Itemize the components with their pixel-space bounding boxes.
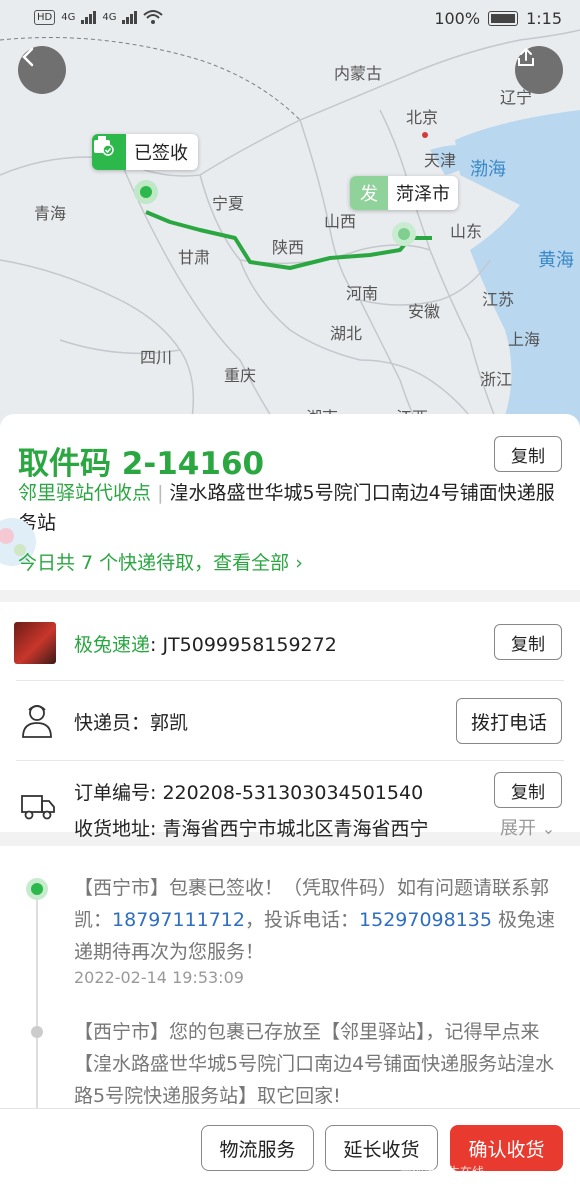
origin-tag-prefix: 发 xyxy=(350,176,388,210)
timeline-text: ，投诉电话： xyxy=(245,909,360,931)
map-label: 上海 xyxy=(508,330,541,349)
timeline-dot xyxy=(31,1026,43,1038)
signal-icon xyxy=(81,10,97,24)
map-label: 内蒙古 xyxy=(334,64,383,83)
map-label: 四川 xyxy=(140,348,173,367)
share-icon xyxy=(518,47,534,66)
station-separator: | xyxy=(157,482,164,504)
order-number: 订单编号: 220208-531303034501540 xyxy=(74,782,424,804)
courier-company: 极兔速递 xyxy=(74,634,151,656)
map-label: 天津 xyxy=(424,151,457,170)
timeline-line xyxy=(36,886,38,1108)
timeline-entry-stored: 【西宁市】您的包裹已存放至【邻里驿站】，记得早点来【湟水路盛世华城5号院门口南边… xyxy=(74,1021,555,1107)
map-label: 北京 xyxy=(406,108,439,127)
delivery-address: 收货地址: 青海省西宁市城北区青海省西宁 xyxy=(74,818,429,840)
pending-parcels-text: 今日共 7 个快递待取，查看全部 xyxy=(18,552,290,574)
chevron-right-icon: › xyxy=(295,552,303,574)
courier-company-logo xyxy=(14,622,56,664)
map-label: 河南 xyxy=(346,284,379,303)
copy-tracking-button[interactable]: 复制 xyxy=(494,624,562,660)
courier-person-icon xyxy=(22,705,52,738)
map-label: 黄海 xyxy=(538,250,574,271)
tracking-timeline: 【西宁市】包裹已签收！（凭取件码）如有问题请联系郭凯：18797111712，投… xyxy=(0,846,580,1108)
package-check-icon xyxy=(92,134,126,170)
route-map[interactable]: 内蒙古 北京 辽宁 天津 渤海 青海 宁夏 山西 山东 黄海 甘肃 陕西 河南 … xyxy=(0,0,580,430)
signal-icon xyxy=(122,10,138,24)
origin-marker[interactable] xyxy=(392,222,416,246)
divider xyxy=(16,760,564,761)
chevron-down-icon: ⌄ xyxy=(541,819,556,838)
courier-card: 极兔速递: JT5099958159272 复制 快递员：郭凯 拨打电话 订单编… xyxy=(0,602,580,840)
timeline-dot-current xyxy=(26,878,48,900)
map-label: 重庆 xyxy=(224,366,257,385)
status-bar: HD 4G 4G 100% 1:15 xyxy=(0,0,580,36)
hd-icon: HD xyxy=(34,9,56,25)
truck-icon xyxy=(21,795,55,820)
copy-order-button[interactable]: 复制 xyxy=(494,772,562,808)
origin-city: 菏泽市 xyxy=(396,184,450,205)
courier-phone-link[interactable]: 18797111712 xyxy=(112,909,245,931)
pending-parcels-link[interactable]: 今日共 7 个快递待取，查看全部 › xyxy=(18,548,303,575)
map-label: 山西 xyxy=(324,212,357,231)
status-left: HD 4G 4G xyxy=(34,9,164,25)
destination-marker[interactable] xyxy=(134,180,158,204)
logistics-service-button[interactable]: 物流服务 xyxy=(201,1125,314,1171)
origin-tag: 发 菏泽市 xyxy=(350,176,458,210)
back-button[interactable] xyxy=(18,46,66,94)
signed-tag-label: 已签收 xyxy=(134,143,188,164)
timeline-entry-signed: 【西宁市】包裹已签收！（凭取件码）如有问题请联系郭凯：18797111712，投… xyxy=(74,872,570,968)
clock: 1:15 xyxy=(526,9,562,28)
station-name[interactable]: 邻里驿站代收点 xyxy=(18,482,151,504)
courier-name: 快递员：郭凯 xyxy=(74,712,189,734)
tracking-row: 极兔速递: JT5099958159272 xyxy=(74,630,337,657)
battery-percent: 100% xyxy=(434,9,481,28)
map-label: 江苏 xyxy=(482,290,515,309)
call-courier-button[interactable]: 拨打电话 xyxy=(456,698,562,744)
map-label: 陕西 xyxy=(272,238,305,257)
share-button[interactable] xyxy=(515,46,563,94)
bottom-action-bar: 物流服务 延长收货 确认收货 青海大学生在线 xyxy=(0,1108,580,1184)
network-type: 4G xyxy=(61,11,76,23)
wifi-icon xyxy=(143,10,164,24)
network-type: 4G xyxy=(102,11,117,23)
map-label: 山东 xyxy=(450,222,483,241)
signed-tag: 已签收 xyxy=(92,134,198,170)
map-label: 浙江 xyxy=(480,370,513,389)
map-label: 青海 xyxy=(34,204,67,223)
map-label: 湖北 xyxy=(330,324,363,343)
complaint-phone-link[interactable]: 15297098135 xyxy=(359,909,492,931)
expand-address-button[interactable]: 展开 ⌄ xyxy=(500,814,555,840)
expand-label: 展开 xyxy=(500,818,536,839)
timeline-time: 2022-02-14 19:53:09 xyxy=(74,968,244,987)
pickup-card: 取件码 2-14160 复制 邻里驿站代收点 | 湟水路盛世华城5号院门口南边4… xyxy=(0,414,580,590)
copy-pickup-code-button[interactable]: 复制 xyxy=(494,436,562,472)
map-label: 甘肃 xyxy=(178,248,211,267)
map-label: 渤海 xyxy=(470,159,506,180)
map-label: 宁夏 xyxy=(212,194,245,213)
map-label: 安徽 xyxy=(408,302,441,321)
station-info: 邻里驿站代收点 | 湟水路盛世华城5号院门口南边4号铺面快递服务站 xyxy=(18,478,566,538)
app-screen: 内蒙古 北京 辽宁 天津 渤海 青海 宁夏 山西 山东 黄海 甘肃 陕西 河南 … xyxy=(0,0,580,1184)
back-arrow-icon xyxy=(22,47,34,67)
watermark: 青海大学生在线 xyxy=(400,1165,485,1179)
tracking-number: : JT5099958159272 xyxy=(150,634,337,656)
divider xyxy=(16,680,564,681)
pickup-code: 取件码 2-14160 xyxy=(18,446,265,482)
battery-icon xyxy=(488,11,519,26)
status-right: 100% 1:15 xyxy=(434,9,562,28)
